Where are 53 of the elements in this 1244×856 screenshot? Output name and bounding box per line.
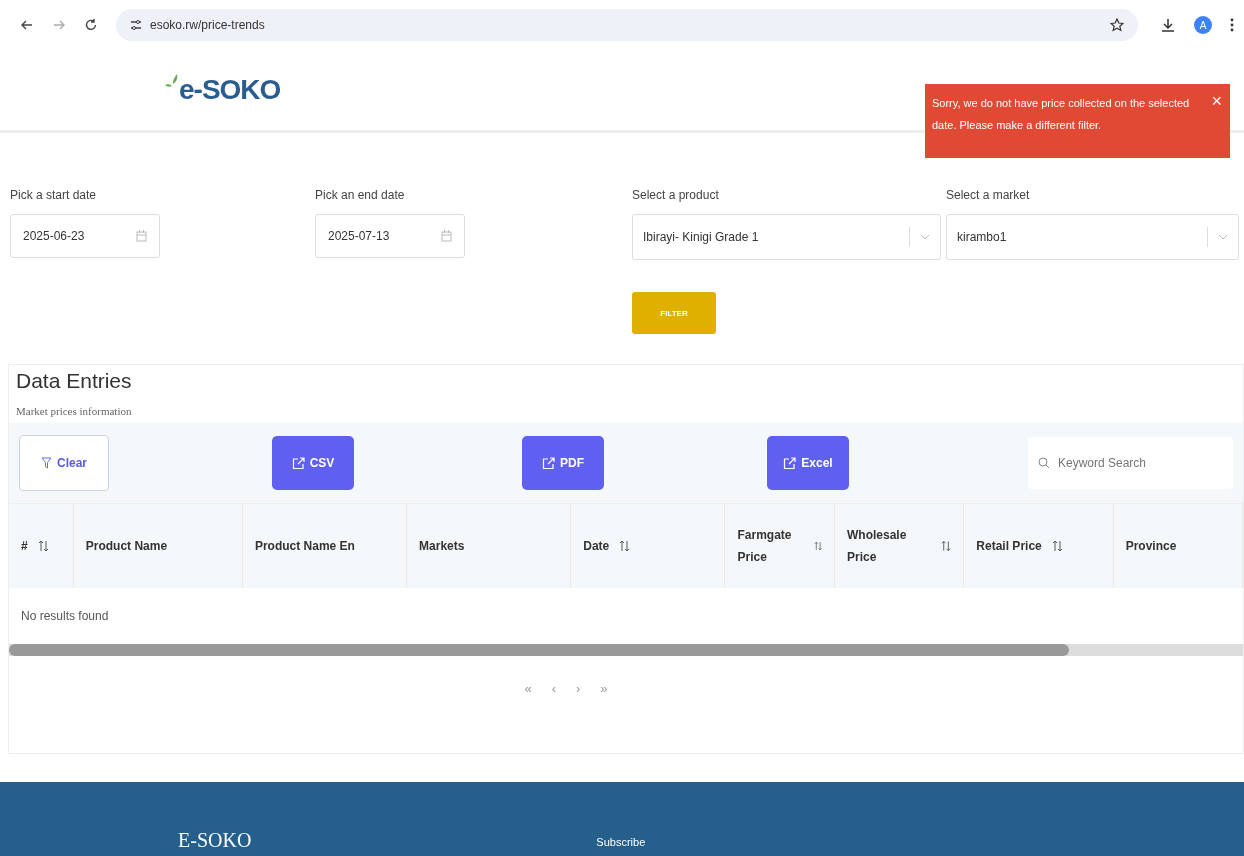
export-button[interactable]: CSV (272, 436, 354, 490)
select-field[interactable]: Ibirayi- Kinigi Grade 1 (632, 214, 941, 260)
date-field[interactable]: 2025-06-23 (10, 214, 160, 258)
column-title: Farmgate Price (737, 527, 793, 566)
back-icon[interactable] (20, 18, 34, 32)
menu-icon[interactable] (1230, 18, 1234, 32)
field-label: Select a product (632, 188, 720, 202)
search-icon (1038, 457, 1050, 469)
column-title: Province (1125, 538, 1177, 555)
date-field[interactable]: 2025-07-13 (315, 214, 465, 258)
export-button[interactable]: Excel (767, 436, 849, 490)
chevron-down-icon (920, 234, 930, 240)
field-label: Pick a start date (10, 188, 98, 202)
empty-message: No results found (9, 588, 1243, 644)
bookmark-star-icon[interactable] (1110, 18, 1124, 32)
field-label: Select a market (946, 188, 1031, 202)
column-title: Product Name (85, 538, 168, 555)
footer-brand: E-SOKO (178, 829, 252, 852)
chevron-down-icon (1218, 234, 1228, 240)
external-link-icon (291, 456, 305, 470)
toast-message: Sorry, we do not have price collected on the selected date. Please make a different filter. (932, 96, 1191, 133)
column-title: Wholesale Price (847, 527, 908, 566)
sort-icon[interactable] (941, 540, 952, 552)
select-field[interactable]: kirambo1 (946, 214, 1239, 260)
keyword-search-field[interactable]: Keyword Search (1028, 437, 1233, 489)
section-subtitle: Market prices information (15, 404, 133, 419)
column-title: Product Name En (254, 538, 355, 555)
address-bar[interactable]: esoko.rw/price-trends (116, 9, 1138, 41)
profile-avatar[interactable]: A (1194, 16, 1212, 34)
section-title: Data Entries (15, 368, 133, 393)
sort-icon[interactable] (1051, 540, 1063, 552)
close-button[interactable]: × (1211, 92, 1222, 110)
clear-filter-button[interactable]: Clear (19, 435, 109, 491)
calendar-icon (441, 230, 452, 242)
field-label: Pick an end date (315, 188, 406, 202)
external-link-icon (542, 456, 555, 470)
column-title: Markets (419, 538, 465, 555)
footer-heading: Subscribe (596, 836, 646, 848)
site-settings-icon[interactable] (130, 19, 142, 31)
filter-icon (41, 457, 52, 469)
reload-icon[interactable] (84, 18, 98, 32)
calendar-icon (136, 230, 147, 242)
sort-icon[interactable] (619, 540, 631, 552)
export-button[interactable]: PDF (522, 436, 604, 490)
column-title: Date (583, 538, 610, 555)
column-title: # (21, 538, 28, 555)
download-icon[interactable] (1160, 17, 1176, 33)
scrollbar-thumb[interactable] (9, 644, 1069, 656)
sort-icon[interactable] (37, 540, 49, 552)
column-title: Retail Price (976, 538, 1042, 555)
site-logo[interactable]: e-SOKO (179, 74, 281, 106)
external-link-icon (783, 456, 797, 470)
url-text: esoko.rw/price-trends (150, 18, 265, 32)
